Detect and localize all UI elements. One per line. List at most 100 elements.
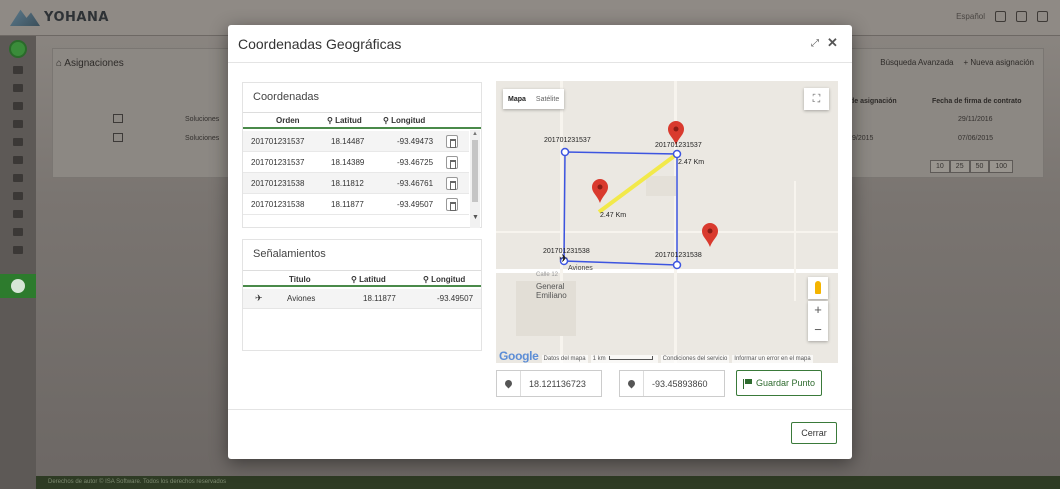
calendar-icon[interactable]: [13, 246, 23, 254]
header-latitud: ⚲ Latitud: [327, 115, 362, 125]
arrow-right-circle-icon: [11, 279, 25, 293]
gauge-icon[interactable]: [13, 156, 23, 164]
column-contract-date[interactable]: Fecha de firma de contrato: [932, 98, 1021, 105]
row-assignment-date: 9/2015: [852, 135, 874, 142]
fullscreen-icon[interactable]: [995, 11, 1006, 22]
cell-orden: 201701231538: [251, 178, 305, 188]
coordinates-scrollbar[interactable]: ▲ ▼: [470, 130, 480, 228]
map-marker-icon[interactable]: [702, 223, 718, 247]
user-avatar[interactable]: [9, 40, 27, 58]
logout-icon[interactable]: [1016, 11, 1027, 22]
close-icon[interactable]: ✕: [827, 35, 838, 51]
modal-title: Coordenadas Geográficas: [238, 36, 402, 52]
header-longitud: ⚲ Longitud: [383, 115, 426, 125]
vertex-point[interactable]: [672, 260, 682, 270]
scroll-up-arrow-icon[interactable]: ▲: [472, 131, 478, 137]
map-canvas[interactable]: ✈: [496, 81, 838, 363]
language-selector[interactable]: Español: [956, 12, 985, 21]
delete-icon[interactable]: [446, 135, 458, 148]
page-size-option[interactable]: 25: [949, 160, 970, 173]
distance-label: 2.47 Km: [600, 212, 627, 219]
app-logo[interactable]: YOHANA: [10, 8, 109, 26]
close-button[interactable]: Cerrar: [791, 422, 837, 444]
window-icon[interactable]: [1037, 11, 1048, 22]
map-data-link[interactable]: Datos del mapa: [541, 355, 588, 363]
scroll-down-arrow-icon[interactable]: ▼: [472, 214, 479, 221]
panel-actions: Búsqueda Avanzada + Nueva asignación: [880, 58, 1034, 67]
home-icon[interactable]: [13, 66, 23, 74]
map-road: [794, 181, 796, 301]
latitude-field[interactable]: [496, 370, 602, 397]
user-icon[interactable]: [13, 174, 23, 182]
row-view-icon[interactable]: [113, 114, 123, 123]
users-icon[interactable]: [13, 138, 23, 146]
map-type-satellite-button[interactable]: Satélite: [531, 96, 564, 103]
map-road: [496, 231, 838, 233]
delete-icon[interactable]: [446, 156, 458, 169]
vertex-point[interactable]: [560, 147, 570, 157]
table-row: 201701231537 18.14487 -93.49473: [243, 131, 469, 152]
map-field: [646, 176, 676, 196]
map-type-map-button[interactable]: Mapa: [503, 96, 531, 103]
cogs-icon[interactable]: [13, 210, 23, 218]
zoom-in-button[interactable]: +: [808, 302, 828, 317]
page-size-option[interactable]: 10: [930, 160, 950, 173]
longitude-field[interactable]: [619, 370, 725, 397]
map-fullscreen-icon[interactable]: ⛶: [804, 88, 829, 110]
row-view-icon[interactable]: [113, 133, 123, 142]
page-size-option[interactable]: 100: [989, 160, 1014, 173]
cell-longitud: -93.46725: [397, 157, 434, 167]
table-row: ✈ Aviones 18.11877 -93.49507: [243, 289, 481, 309]
aviones-label: Aviones: [568, 265, 593, 272]
delete-icon[interactable]: [446, 198, 458, 211]
cell-orden: 201701231537: [251, 157, 305, 167]
map-view[interactable]: ✈ Mapa Satélite ⛶ 201701231537 201701231…: [496, 81, 838, 363]
vertex-label: 201701231537: [655, 142, 702, 149]
map-terms-link[interactable]: Condiciones del servicio: [660, 355, 730, 363]
tools-icon[interactable]: [13, 120, 23, 128]
expand-icon[interactable]: ⤢: [811, 38, 819, 49]
map-scale: 1 km: [590, 355, 658, 363]
table-row: 201701231538 18.11877 -93.49507: [243, 194, 469, 215]
cell-latitud: 18.14487: [331, 136, 365, 146]
road-label: Calle 12: [536, 272, 559, 278]
google-logo[interactable]: Google: [499, 349, 539, 363]
pin-icon: ⚲: [351, 275, 360, 284]
advanced-search-link[interactable]: Búsqueda Avanzada: [880, 58, 953, 67]
delete-icon[interactable]: [446, 177, 458, 190]
street-view-pegman-icon[interactable]: [808, 277, 828, 299]
column-assignment-date[interactable]: de asignación: [850, 98, 897, 105]
row-contract-date: 07/06/2015: [958, 135, 994, 142]
latitude-input[interactable]: [521, 378, 591, 389]
cell-latitud: 18.11877: [363, 294, 396, 303]
cell-orden: 201701231537: [251, 136, 305, 146]
footer-text: Derechos de autor © ISA Software. Todos …: [48, 479, 227, 485]
map-marker-icon[interactable]: [592, 179, 608, 203]
table-row: 201701231538 18.11812 -93.46761: [243, 173, 469, 194]
page-size-option[interactable]: 50: [969, 160, 990, 173]
place-label: General Emiliano: [536, 282, 567, 300]
coordinates-panel: Coordenadas Orden ⚲ Latitud ⚲ Longitud 2…: [242, 82, 482, 228]
map-report-link[interactable]: Informar un error en el mapa: [732, 355, 813, 363]
sidebar-active-item[interactable]: [0, 274, 36, 298]
longitude-input[interactable]: [644, 378, 714, 389]
map-pin-icon: [497, 371, 521, 396]
map-type-control: Mapa Satélite: [503, 89, 565, 109]
refresh-icon[interactable]: [13, 192, 23, 200]
geo-coordinates-modal: Coordenadas Geográficas ⤢ ✕ Coordenadas …: [228, 25, 852, 459]
logo-text: YOHANA: [44, 9, 109, 25]
scroll-thumb[interactable]: [472, 140, 478, 202]
zoom-out-button[interactable]: −: [808, 322, 828, 337]
row-contract-date: 29/11/2016: [958, 116, 993, 123]
new-assignment-link[interactable]: + Nueva asignación: [963, 58, 1034, 67]
cell-titulo: Aviones: [287, 294, 316, 303]
warning-icon[interactable]: [13, 228, 23, 236]
header-titulo: Titulo: [289, 275, 311, 284]
distance-label: 2.47 Km: [678, 159, 705, 166]
pin-icon: ⚲: [423, 275, 432, 284]
diamond-icon[interactable]: [13, 84, 23, 92]
vertex-point[interactable]: [672, 149, 682, 159]
cell-latitud: 18.14389: [331, 157, 365, 167]
tag-icon[interactable]: [13, 102, 23, 110]
save-point-button[interactable]: Guardar Punto: [736, 370, 822, 396]
